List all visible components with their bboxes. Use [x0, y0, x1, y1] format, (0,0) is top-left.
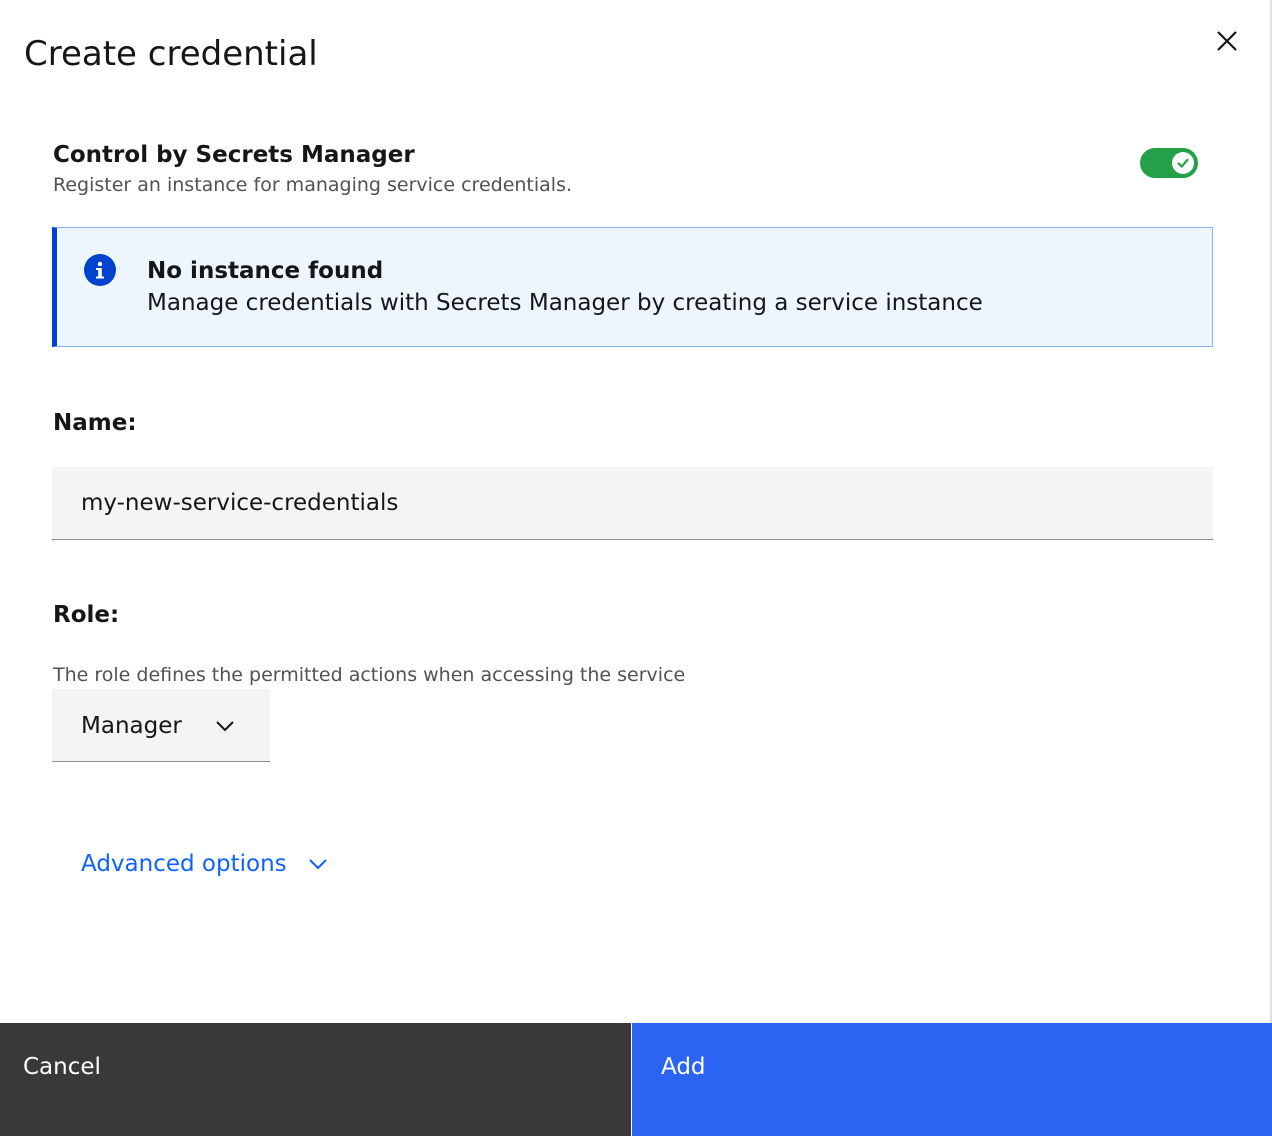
close-button[interactable] — [1210, 24, 1244, 58]
name-input[interactable] — [52, 467, 1213, 540]
close-icon — [1217, 31, 1237, 51]
role-label: Role: — [53, 602, 120, 628]
role-helper-text: The role defines the permitted actions w… — [53, 664, 686, 686]
toggle-knob — [1172, 152, 1194, 174]
advanced-options-label: Advanced options — [81, 851, 287, 877]
secrets-manager-toggle[interactable] — [1140, 148, 1198, 178]
modal-title: Create credential — [24, 34, 318, 74]
role-dropdown[interactable]: Manager — [52, 689, 270, 762]
notification-title: No instance found — [147, 258, 384, 284]
cancel-button-label: Cancel — [23, 1054, 101, 1080]
role-selected-value: Manager — [81, 713, 182, 739]
checkmark-icon — [1177, 158, 1189, 168]
name-label: Name: — [53, 410, 137, 436]
info-icon — [84, 254, 116, 286]
cancel-button[interactable]: Cancel — [0, 1023, 631, 1136]
info-notification: No instance found Manage credentials wit… — [52, 227, 1213, 347]
secrets-manager-description: Register an instance for managing servic… — [53, 174, 573, 196]
notification-subtitle: Manage credentials with Secrets Manager … — [147, 290, 983, 316]
chevron-down-icon — [307, 853, 329, 875]
advanced-options-toggle[interactable]: Advanced options — [81, 848, 329, 880]
add-button-label: Add — [661, 1054, 706, 1080]
add-button[interactable]: Add — [632, 1023, 1272, 1136]
secrets-manager-title: Control by Secrets Manager — [53, 142, 415, 168]
chevron-down-icon — [216, 721, 234, 732]
